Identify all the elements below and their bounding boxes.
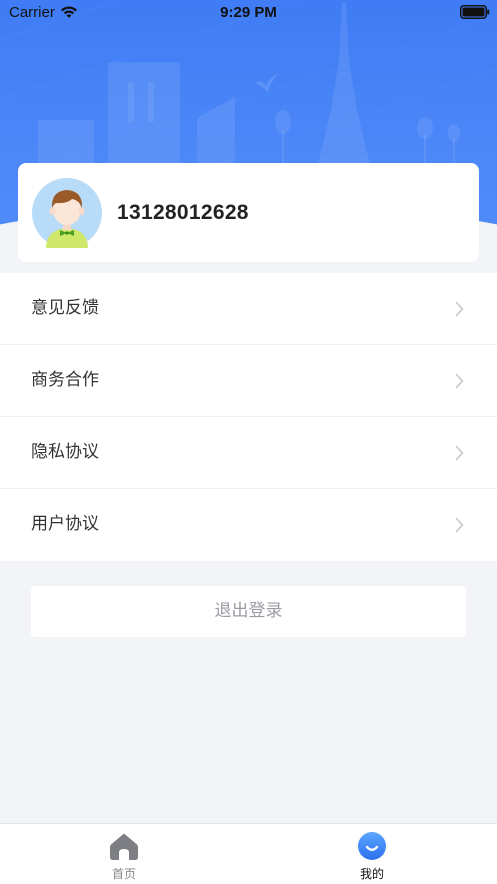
chevron-right-icon <box>455 517 464 533</box>
smile-icon <box>358 832 386 860</box>
menu-item-label: 商务合作 <box>31 370 99 390</box>
menu-item-business-cooperation[interactable]: 商务合作 <box>0 345 497 417</box>
menu-item-label: 意见反馈 <box>31 298 99 318</box>
home-icon <box>110 833 138 860</box>
menu-item-user-agreement[interactable]: 用户协议 <box>0 489 497 561</box>
tab-home-label: 首页 <box>111 867 136 881</box>
avatar-boy-icon <box>32 178 102 248</box>
settings-menu: 意见反馈 商务合作 隐私协议 用户协议 <box>0 273 497 561</box>
chevron-right-icon <box>455 301 464 317</box>
tab-bar: 首页 我的 <box>0 823 497 884</box>
battery-full-icon <box>460 5 490 19</box>
menu-item-label: 用户协议 <box>31 514 99 534</box>
status-time: 9:29 PM <box>220 4 277 21</box>
tab-mine-label: 我的 <box>359 867 384 881</box>
chevron-right-icon <box>455 373 464 389</box>
user-phone-number: 13128012628 <box>117 201 249 224</box>
status-bar: Carrier 9:29 PM <box>0 0 497 26</box>
tab-mine[interactable]: 我的 <box>312 824 432 884</box>
menu-item-feedback[interactable]: 意见反馈 <box>0 273 497 345</box>
chevron-right-icon <box>455 445 464 461</box>
logout-button[interactable]: 退出登录 <box>31 586 466 637</box>
menu-item-label: 隐私协议 <box>31 442 99 462</box>
profile-card[interactable]: 13128012628 <box>18 163 479 262</box>
tab-home[interactable]: 首页 <box>64 824 184 884</box>
menu-item-privacy-policy[interactable]: 隐私协议 <box>0 417 497 489</box>
